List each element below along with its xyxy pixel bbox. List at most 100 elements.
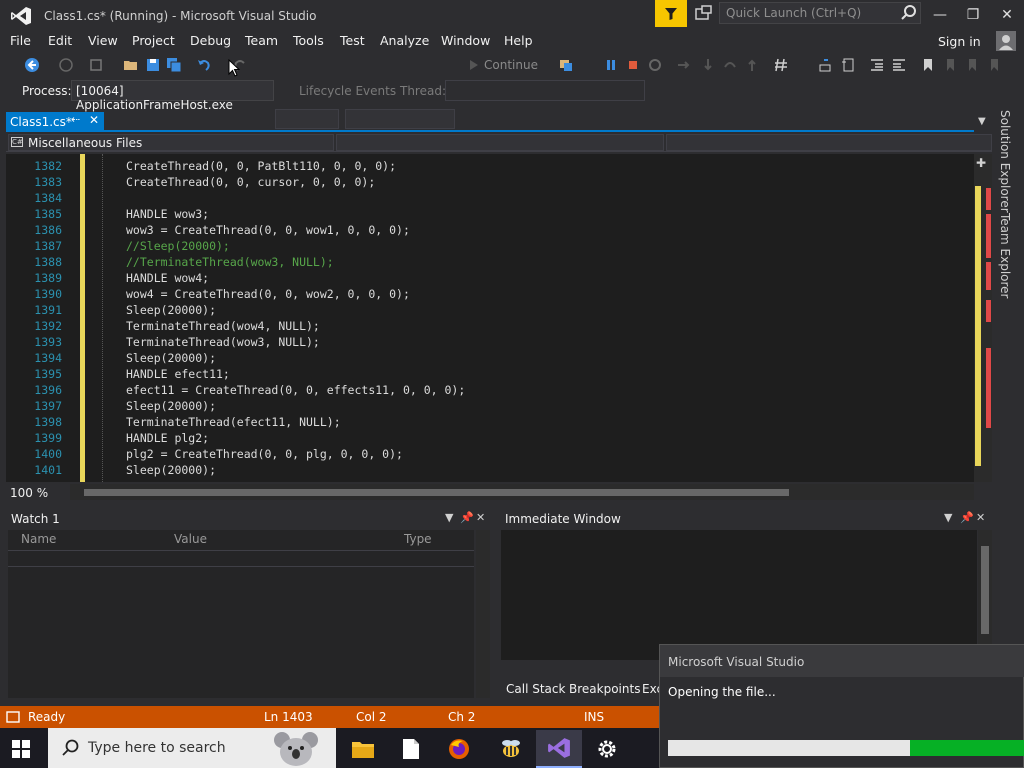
menu-help[interactable]: Help [504, 33, 533, 48]
close-window-button[interactable]: ✕ [993, 5, 1021, 25]
code-line[interactable]: 1394 Sleep(20000); [6, 350, 974, 366]
code-line[interactable]: 1395 HANDLE efect11; [6, 366, 974, 382]
menu-project[interactable]: Project [132, 33, 175, 48]
restore-button[interactable]: ❐ [959, 5, 987, 25]
account-icon[interactable] [996, 31, 1016, 51]
step-over-icon[interactable] [722, 57, 738, 73]
status-insert-mode[interactable]: INS [584, 710, 604, 724]
break-all-icon[interactable] [603, 57, 619, 73]
immediate-scroll-thumb[interactable] [981, 546, 989, 634]
hex-display-icon[interactable] [773, 57, 789, 73]
new-project-icon[interactable] [88, 57, 104, 73]
taskbar-settings-gear-icon[interactable] [584, 730, 630, 768]
quick-launch-input[interactable]: Quick Launch (Ctrl+Q) [719, 2, 921, 24]
menu-test[interactable]: Test [340, 33, 365, 48]
notification-filter-icon[interactable] [655, 0, 687, 27]
taskbar-visual-studio-icon[interactable] [536, 730, 582, 768]
open-file-icon[interactable] [123, 57, 139, 73]
continue-button[interactable]: Continue [484, 58, 538, 72]
minimize-button[interactable]: — [926, 5, 954, 25]
code-line[interactable]: 1386 wow3 = CreateThread(0, 0, wow1, 0, 0… [6, 222, 974, 238]
immediate-close-icon[interactable]: ✕ [976, 511, 985, 524]
code-editor[interactable]: 1382 CreateThread(0, 0, PatBlt110, 0, 0, … [6, 154, 974, 482]
debug-target-icon[interactable] [558, 57, 574, 73]
indent-icon[interactable] [891, 57, 907, 73]
watch-column-value[interactable]: Value [174, 532, 207, 546]
close-tab-icon[interactable]: ✕ [89, 113, 99, 127]
code-line[interactable]: 1389 HANDLE wow4; [6, 270, 974, 286]
immediate-options-chevron-down-icon[interactable]: ▼ [944, 511, 952, 524]
toggle-comment-icon[interactable] [818, 57, 834, 73]
navigate-forward-icon[interactable] [58, 57, 74, 73]
split-window-icon[interactable]: ✚ [976, 156, 986, 170]
next-bookmark-icon[interactable] [964, 57, 980, 73]
code-line[interactable]: 1388 //TerminateThread(wow3, NULL); [6, 254, 974, 270]
menu-file[interactable]: File [10, 33, 31, 48]
previous-bookmark-icon[interactable] [942, 57, 958, 73]
bookmark-icon[interactable] [920, 57, 936, 73]
search-icon[interactable] [900, 4, 918, 22]
save-icon[interactable] [145, 57, 161, 73]
save-all-icon[interactable] [166, 57, 182, 73]
stop-debugging-icon[interactable] [625, 57, 641, 73]
process-combo[interactable]: [10064] ApplicationFrameHost.exe [71, 80, 274, 112]
code-line[interactable]: 1398 TerminateThread(efect11, NULL); [6, 414, 974, 430]
immediate-window-input[interactable] [501, 530, 977, 660]
code-line[interactable]: 1383 CreateThread(0, 0, cursor, 0, 0, 0); [6, 174, 974, 190]
immediate-pin-icon[interactable]: 📌 [960, 511, 974, 524]
uncomment-icon[interactable] [840, 57, 856, 73]
windows-start-icon[interactable] [12, 740, 30, 758]
pin-tab-icon[interactable]: ⇠ [71, 113, 80, 126]
menu-team[interactable]: Team [245, 33, 278, 48]
tab-solution-explorer[interactable]: Solution Explorer [998, 110, 1012, 213]
thread-combo[interactable] [445, 80, 645, 101]
menu-analyze[interactable]: Analyze [380, 33, 429, 48]
menu-tools[interactable]: Tools [293, 33, 324, 48]
code-line[interactable]: 1393 TerminateThread(wow3, NULL); [6, 334, 974, 350]
type-scope-combo[interactable] [336, 134, 664, 151]
tab-overflow-chevron-down-icon[interactable]: ▼ [978, 116, 986, 127]
restart-icon[interactable] [647, 57, 663, 73]
code-line[interactable]: 1384 [6, 190, 974, 206]
step-out-icon[interactable] [744, 57, 760, 73]
step-into-icon[interactable] [700, 57, 716, 73]
horizontal-scroll-thumb[interactable] [84, 489, 789, 496]
undo-icon[interactable] [196, 57, 212, 73]
watch-scrollbar[interactable] [476, 530, 490, 698]
watch-empty-row[interactable] [8, 551, 474, 567]
code-line[interactable]: 1400 plg2 = CreateThread(0, 0, plg, 0, 0,… [6, 446, 974, 462]
member-scope-combo[interactable] [666, 134, 992, 151]
code-line[interactable]: 1390 wow4 = CreateThread(0, 0, wow2, 0, 0… [6, 286, 974, 302]
lifecycle-events-button[interactable]: Lifecycle Events [299, 84, 396, 98]
show-next-statement-icon[interactable] [676, 57, 692, 73]
watch-pin-icon[interactable]: 📌 [460, 511, 474, 524]
taskbar-firefox-icon[interactable] [436, 730, 482, 768]
continue-play-icon[interactable] [466, 57, 482, 73]
feedback-icon[interactable] [694, 4, 714, 24]
code-line[interactable]: 1397 Sleep(20000); [6, 398, 974, 414]
taskbar-file-explorer-icon[interactable] [340, 730, 386, 768]
watch-column-type[interactable]: Type [404, 532, 432, 546]
watch-close-icon[interactable]: ✕ [476, 511, 485, 524]
tab-breakpoints[interactable]: Breakpoints [569, 682, 640, 696]
outdent-icon[interactable] [869, 57, 885, 73]
code-line[interactable]: 1387 //Sleep(20000); [6, 238, 974, 254]
code-line[interactable]: 1382 CreateThread(0, 0, PatBlt110, 0, 0, … [6, 158, 974, 174]
watch-column-name[interactable]: Name [21, 532, 56, 546]
code-line[interactable]: 1392 TerminateThread(wow4, NULL); [6, 318, 974, 334]
scrollbar-change-map[interactable] [975, 186, 981, 466]
code-line[interactable]: 1399 HANDLE plg2; [6, 430, 974, 446]
taskbar-notepad-icon[interactable] [388, 730, 434, 768]
tab-call-stack[interactable]: Call Stack [506, 682, 565, 696]
code-line[interactable]: 1385 HANDLE wow3; [6, 206, 974, 222]
sign-in-link[interactable]: Sign in [938, 34, 981, 49]
navigate-back-icon[interactable] [24, 57, 40, 73]
taskbar-bee-app-icon[interactable] [488, 730, 534, 768]
watch-options-chevron-down-icon[interactable]: ▼ [445, 511, 453, 524]
code-line[interactable]: 1396 efect11 = CreateThread(0, 0, effects… [6, 382, 974, 398]
code-line[interactable]: 1391 Sleep(20000); [6, 302, 974, 318]
menu-edit[interactable]: Edit [48, 33, 72, 48]
menu-window[interactable]: Window [441, 33, 490, 48]
clear-bookmarks-icon[interactable] [986, 57, 1002, 73]
code-line[interactable]: 1401 Sleep(20000); [6, 462, 974, 478]
